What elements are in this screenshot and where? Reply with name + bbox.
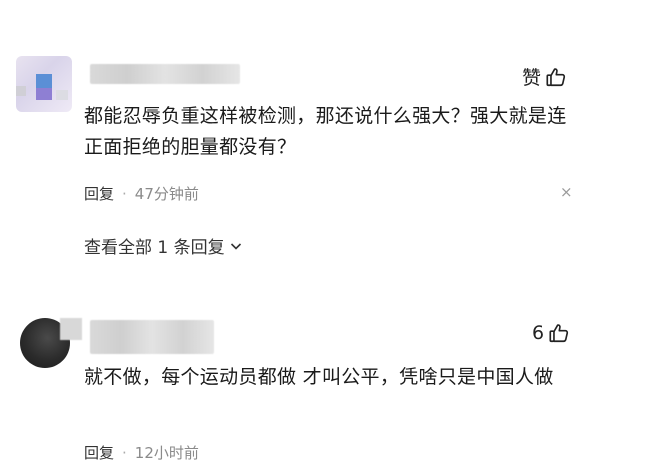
separator: ·	[122, 184, 127, 203]
comment-1: 赞 都能忍辱负重这样被检测，那还说什么强大？强大就是连正面拒绝的胆量都没有？ 回…	[0, 0, 660, 270]
avatar[interactable]	[16, 56, 72, 112]
view-all-replies-button[interactable]: 查看全部 1 条回复	[84, 233, 243, 258]
close-icon[interactable]: ×	[560, 183, 573, 201]
avatar-blur-patch	[60, 318, 82, 340]
timestamp: 12小时前	[134, 444, 199, 462]
comment-meta: 回复 · 47分钟前	[84, 183, 199, 204]
like-button[interactable]: 6	[532, 322, 570, 344]
comment-meta: 回复 · 12小时前	[84, 442, 199, 463]
like-count: 6	[532, 322, 545, 344]
username-blurred[interactable]	[90, 64, 240, 84]
like-button[interactable]: 赞	[522, 63, 567, 90]
reply-button[interactable]: 回复	[84, 183, 114, 204]
thumbs-up-icon	[546, 67, 566, 86]
username-blurred[interactable]	[90, 320, 214, 354]
comment-text: 就不做，每个运动员都做 才叫公平，凭啥只是中国人做	[84, 366, 554, 388]
view-all-replies-label: 查看全部 1 条回复	[84, 238, 225, 258]
chevron-down-icon	[230, 242, 241, 250]
reply-button[interactable]: 回复	[84, 442, 114, 463]
separator: ·	[122, 443, 127, 462]
timestamp: 47分钟前	[134, 185, 199, 203]
comment-text: 都能忍辱负重这样被检测，那还说什么强大？强大就是连正面拒绝的胆量都没有？	[84, 105, 567, 158]
thumbs-up-icon	[549, 324, 569, 343]
like-label: 赞	[522, 67, 542, 89]
comment-2: 6 就不做，每个运动员都做 才叫公平，凭啥只是中国人做 回复 · 12小时前	[0, 300, 660, 474]
